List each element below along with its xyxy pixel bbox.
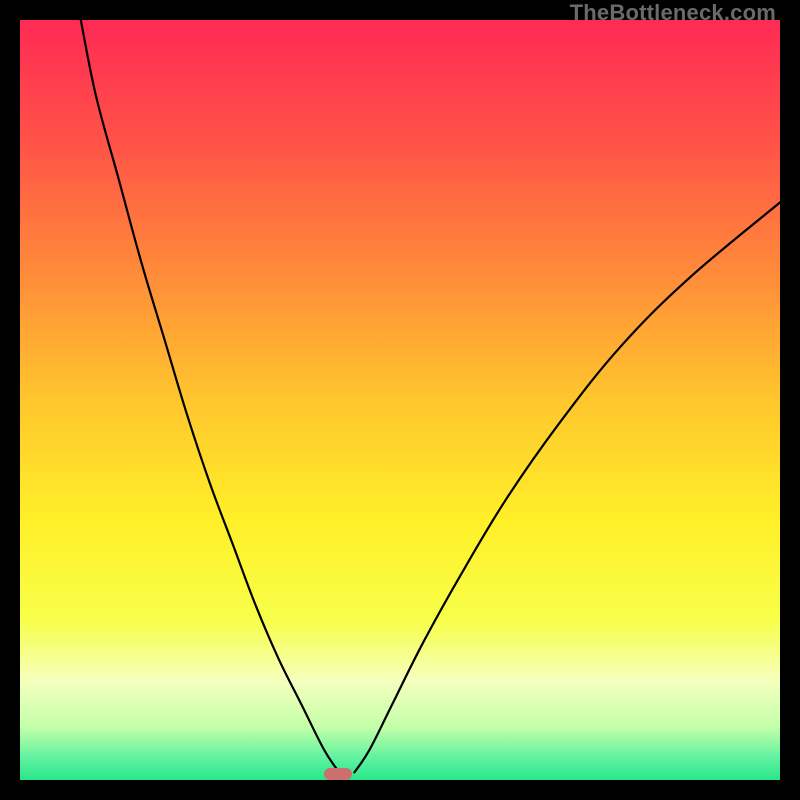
minimum-marker (324, 768, 352, 780)
watermark-text: TheBottleneck.com (570, 0, 776, 26)
chart-svg (20, 20, 780, 780)
gradient-background (20, 20, 780, 780)
plot-frame (20, 20, 780, 780)
plot-area (20, 20, 780, 780)
